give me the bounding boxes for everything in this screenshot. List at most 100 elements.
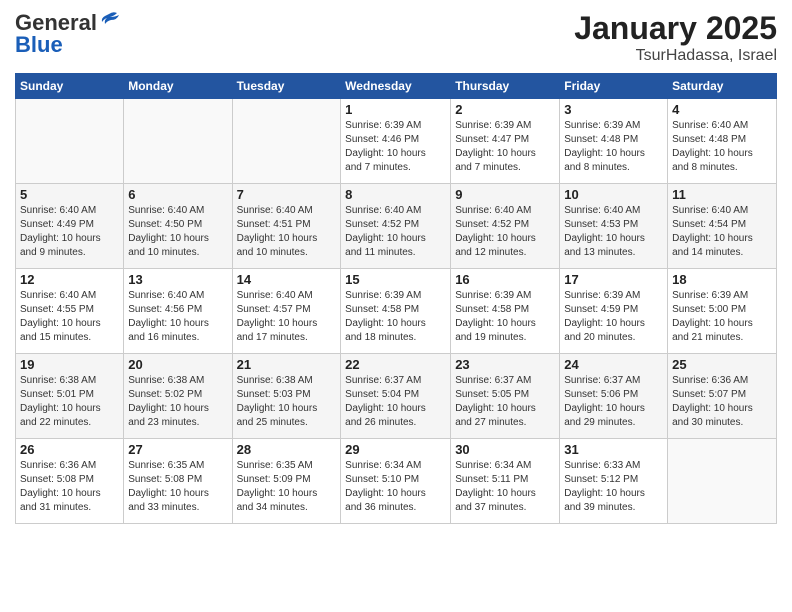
day-info: Sunrise: 6:40 AM Sunset: 4:52 PM Dayligh… [345,204,446,260]
day-info: Sunrise: 6:34 AM Sunset: 5:10 PM Dayligh… [345,459,446,515]
day-info: Sunrise: 6:36 AM Sunset: 5:07 PM Dayligh… [672,374,772,430]
day-number: 19 [20,357,119,372]
calendar-cell: 19 Sunrise: 6:38 AM Sunset: 5:01 PM Dayli… [16,354,124,439]
day-number: 21 [237,357,337,372]
day-info: Sunrise: 6:38 AM Sunset: 5:03 PM Dayligh… [237,374,337,430]
day-number: 10 [564,187,663,202]
day-number: 2 [455,102,555,117]
calendar-cell: 12 Sunrise: 6:40 AM Sunset: 4:55 PM Dayli… [16,269,124,354]
day-info: Sunrise: 6:37 AM Sunset: 5:06 PM Dayligh… [564,374,663,430]
weekday-header-thursday: Thursday [451,74,560,99]
calendar-cell: 16 Sunrise: 6:39 AM Sunset: 4:58 PM Dayli… [451,269,560,354]
calendar-cell: 9Sunrise: 6:40 AM Sunset: 4:52 PM Daylig… [451,184,560,269]
day-number: 23 [455,357,555,372]
calendar-cell: 20 Sunrise: 6:38 AM Sunset: 5:02 PM Dayli… [124,354,232,439]
day-info: Sunrise: 6:39 AM Sunset: 5:00 PM Dayligh… [672,289,772,345]
day-info: Sunrise: 6:38 AM Sunset: 5:01 PM Dayligh… [20,374,119,430]
day-info: Sunrise: 6:40 AM Sunset: 4:48 PM Dayligh… [672,119,772,175]
day-number: 6 [128,187,227,202]
weekday-header-monday: Monday [124,74,232,99]
weekday-header-sunday: Sunday [16,74,124,99]
day-info: Sunrise: 6:38 AM Sunset: 5:02 PM Dayligh… [128,374,227,430]
calendar-cell: 8 Sunrise: 6:40 AM Sunset: 4:52 PM Daylig… [341,184,451,269]
day-number: 5 [20,187,119,202]
logo: General Blue [15,10,121,58]
calendar-cell: 18Sunrise: 6:39 AM Sunset: 5:00 PM Dayli… [668,269,777,354]
day-number: 12 [20,272,119,287]
calendar-cell [16,99,124,184]
day-info: Sunrise: 6:37 AM Sunset: 5:05 PM Dayligh… [455,374,555,430]
day-info: Sunrise: 6:40 AM Sunset: 4:51 PM Dayligh… [237,204,337,260]
day-info: Sunrise: 6:36 AM Sunset: 5:08 PM Dayligh… [20,459,119,515]
day-number: 29 [345,442,446,457]
calendar-page: General Blue January 2025 TsurHadassa, I… [0,0,792,612]
calendar-cell: 11 Sunrise: 6:40 AM Sunset: 4:54 PM Dayli… [668,184,777,269]
calendar-cell: 2 Sunrise: 6:39 AM Sunset: 4:47 PM Daylig… [451,99,560,184]
calendar-cell: 24 Sunrise: 6:37 AM Sunset: 5:06 PM Dayli… [560,354,668,439]
weekday-header-friday: Friday [560,74,668,99]
calendar-cell [124,99,232,184]
calendar-cell: 13 Sunrise: 6:40 AM Sunset: 4:56 PM Dayli… [124,269,232,354]
day-number: 3 [564,102,663,117]
day-number: 28 [237,442,337,457]
day-number: 22 [345,357,446,372]
calendar-cell: 5 Sunrise: 6:40 AM Sunset: 4:49 PM Daylig… [16,184,124,269]
day-info: Sunrise: 6:40 AM Sunset: 4:54 PM Dayligh… [672,204,772,260]
day-number: 16 [455,272,555,287]
calendar-cell: 7 Sunrise: 6:40 AM Sunset: 4:51 PM Daylig… [232,184,341,269]
calendar-week-row: 19 Sunrise: 6:38 AM Sunset: 5:01 PM Dayli… [16,354,777,439]
day-info: Sunrise: 6:39 AM Sunset: 4:58 PM Dayligh… [455,289,555,345]
calendar-cell: 21 Sunrise: 6:38 AM Sunset: 5:03 PM Dayli… [232,354,341,439]
calendar-table: SundayMondayTuesdayWednesdayThursdayFrid… [15,73,777,524]
calendar-cell: 25 Sunrise: 6:36 AM Sunset: 5:07 PM Dayli… [668,354,777,439]
calendar-cell: 3 Sunrise: 6:39 AM Sunset: 4:48 PM Daylig… [560,99,668,184]
weekday-header-row: SundayMondayTuesdayWednesdayThursdayFrid… [16,74,777,99]
day-number: 11 [672,187,772,202]
day-info: Sunrise: 6:40 AM Sunset: 4:55 PM Dayligh… [20,289,119,345]
calendar-week-row: 26Sunrise: 6:36 AM Sunset: 5:08 PM Dayli… [16,439,777,524]
day-number: 1 [345,102,446,117]
calendar-cell: 27 Sunrise: 6:35 AM Sunset: 5:08 PM Dayli… [124,439,232,524]
logo-bird-icon [99,10,121,32]
calendar-cell: 26Sunrise: 6:36 AM Sunset: 5:08 PM Dayli… [16,439,124,524]
day-info: Sunrise: 6:39 AM Sunset: 4:48 PM Dayligh… [564,119,663,175]
day-number: 14 [237,272,337,287]
calendar-cell: 1 Sunrise: 6:39 AM Sunset: 4:46 PM Daylig… [341,99,451,184]
calendar-title: January 2025 [574,10,777,47]
day-number: 24 [564,357,663,372]
day-number: 7 [237,187,337,202]
day-number: 30 [455,442,555,457]
day-info: Sunrise: 6:40 AM Sunset: 4:49 PM Dayligh… [20,204,119,260]
day-number: 8 [345,187,446,202]
calendar-week-row: 5 Sunrise: 6:40 AM Sunset: 4:49 PM Daylig… [16,184,777,269]
day-number: 15 [345,272,446,287]
day-number: 27 [128,442,227,457]
day-info: Sunrise: 6:35 AM Sunset: 5:08 PM Dayligh… [128,459,227,515]
calendar-week-row: 12 Sunrise: 6:40 AM Sunset: 4:55 PM Dayli… [16,269,777,354]
calendar-cell: 31Sunrise: 6:33 AM Sunset: 5:12 PM Dayli… [560,439,668,524]
calendar-cell: 4Sunrise: 6:40 AM Sunset: 4:48 PM Daylig… [668,99,777,184]
calendar-cell [668,439,777,524]
day-info: Sunrise: 6:35 AM Sunset: 5:09 PM Dayligh… [237,459,337,515]
day-number: 20 [128,357,227,372]
calendar-subtitle: TsurHadassa, Israel [574,47,777,65]
header: General Blue January 2025 TsurHadassa, I… [15,10,777,65]
calendar-cell: 17Sunrise: 6:39 AM Sunset: 4:59 PM Dayli… [560,269,668,354]
day-info: Sunrise: 6:40 AM Sunset: 4:56 PM Dayligh… [128,289,227,345]
day-info: Sunrise: 6:40 AM Sunset: 4:50 PM Dayligh… [128,204,227,260]
day-number: 17 [564,272,663,287]
calendar-cell: 14Sunrise: 6:40 AM Sunset: 4:57 PM Dayli… [232,269,341,354]
calendar-cell [232,99,341,184]
day-info: Sunrise: 6:39 AM Sunset: 4:46 PM Dayligh… [345,119,446,175]
calendar-cell: 10Sunrise: 6:40 AM Sunset: 4:53 PM Dayli… [560,184,668,269]
calendar-cell: 15 Sunrise: 6:39 AM Sunset: 4:58 PM Dayli… [341,269,451,354]
title-block: January 2025 TsurHadassa, Israel [574,10,777,65]
day-info: Sunrise: 6:39 AM Sunset: 4:47 PM Dayligh… [455,119,555,175]
day-info: Sunrise: 6:34 AM Sunset: 5:11 PM Dayligh… [455,459,555,515]
day-number: 13 [128,272,227,287]
day-number: 25 [672,357,772,372]
day-info: Sunrise: 6:39 AM Sunset: 4:58 PM Dayligh… [345,289,446,345]
calendar-cell: 6 Sunrise: 6:40 AM Sunset: 4:50 PM Daylig… [124,184,232,269]
weekday-header-tuesday: Tuesday [232,74,341,99]
calendar-cell: 23 Sunrise: 6:37 AM Sunset: 5:05 PM Dayli… [451,354,560,439]
